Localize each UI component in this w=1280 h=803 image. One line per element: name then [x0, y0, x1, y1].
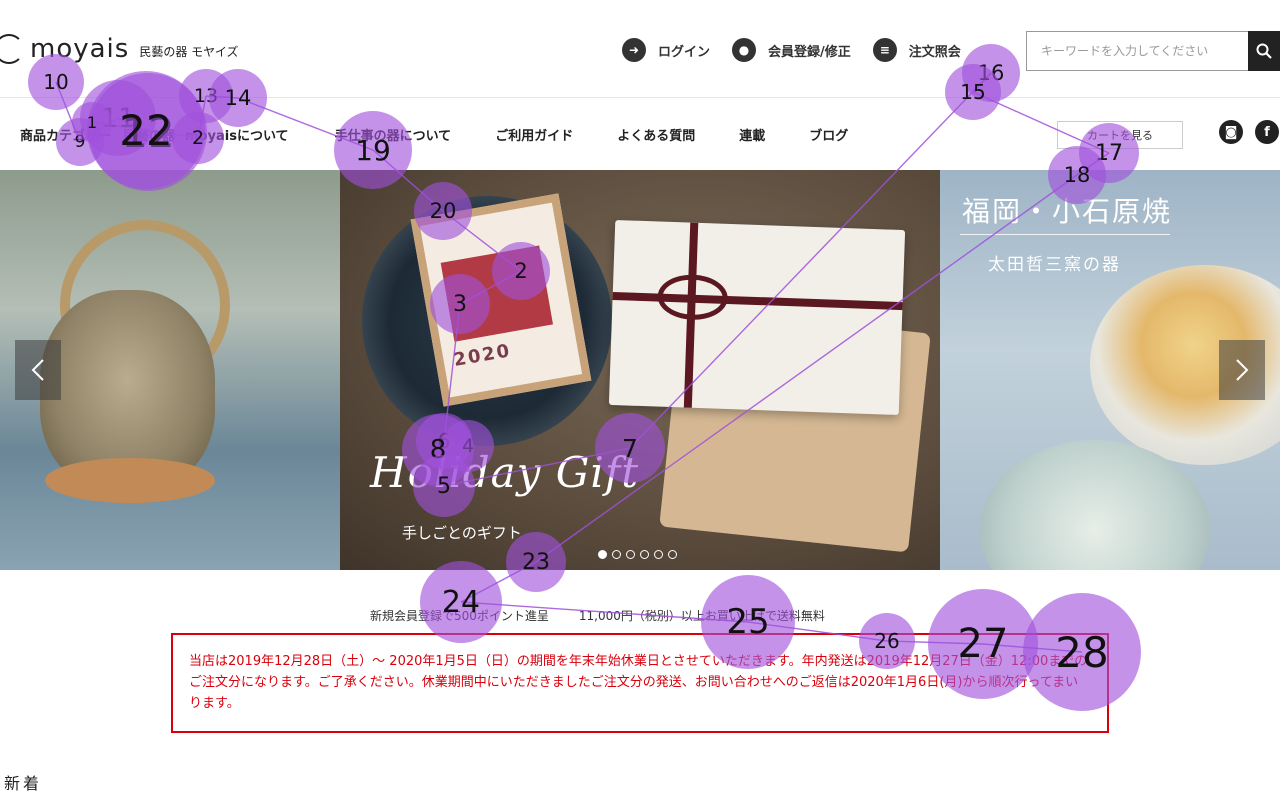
user-icon: ● [732, 38, 757, 62]
logo-text: moyais [30, 34, 130, 64]
login-label: ログイン [658, 44, 711, 60]
site-logo[interactable]: moyais 民藝の器 モヤイズ [0, 34, 239, 64]
hero-slider: 2020 Holiday Gift 手しごとのギフト 福岡・小石原焼 太田哲三窯… [0, 170, 1280, 570]
holiday-notice: 当店は2019年12月28日（土）〜 2020年1月5日（日）の期間を年末年始休… [171, 633, 1109, 733]
order-inquiry-link[interactable]: ≡ 注文照会 [872, 38, 961, 62]
nav-item-faq[interactable]: よくある質問 [617, 125, 695, 144]
promo-shipping[interactable]: 11,000円（税別）以上お買い上げで送料無料 [579, 607, 825, 624]
nav-item-guide[interactable]: ご利用ガイド [495, 125, 573, 144]
chevron-left-icon [31, 359, 44, 381]
order-inquiry-label: 注文照会 [908, 44, 961, 60]
slider-dots [598, 550, 677, 559]
slide-subtitle: 手しごとのギフト [402, 524, 522, 542]
wooden-coaster [45, 458, 215, 503]
slide-holiday-gift[interactable]: 2020 Holiday Gift 手しごとのギフト [340, 170, 940, 570]
slide-right-title: 福岡・小石原焼 [962, 195, 1173, 228]
nav-item-serial[interactable]: 連載 [739, 125, 765, 144]
facebook-icon[interactable]: f [1255, 120, 1279, 144]
instagram-icon[interactable]: ◙ [1219, 120, 1243, 144]
card-year: 2020 [451, 340, 513, 371]
register-label: 会員登録/修正 [768, 44, 851, 60]
slide-title: Holiday Gift [370, 448, 640, 497]
search-button[interactable] [1248, 31, 1280, 71]
logo-mark-icon [0, 34, 24, 64]
nav-item-mingei[interactable]: 民藝の器 [123, 125, 175, 144]
ribbon-horizontal [612, 291, 903, 311]
nav-item-craft[interactable]: 手仕事の器について [335, 125, 452, 144]
slider-dot[interactable] [612, 550, 621, 559]
slider-dot[interactable] [668, 550, 677, 559]
ribbon-bow [656, 273, 729, 321]
slider-next-button[interactable] [1219, 340, 1265, 400]
slider-prev-button[interactable] [15, 340, 61, 400]
logo-subtitle: 民藝の器 モヤイズ [139, 44, 239, 59]
section-heading-new: 新着 [4, 774, 43, 793]
site-header: moyais 民藝の器 モヤイズ ➜ ログイン ● 会員登録/修正 ≡ 注文照会 [0, 0, 1280, 98]
chevron-right-icon [1236, 359, 1249, 381]
login-link[interactable]: ➜ ログイン [622, 38, 710, 62]
register-link[interactable]: ● 会員登録/修正 [732, 38, 851, 62]
card-red-panel [440, 245, 554, 342]
nav-items: 商品カテゴリー 民藝の器 moyaisについて 手仕事の器について ご利用ガイド… [20, 99, 848, 169]
nav-item-about[interactable]: moyaisについて [185, 125, 289, 144]
slider-dot[interactable] [598, 550, 607, 559]
promo-points[interactable]: 新規会員登録で500ポイント進呈 [370, 607, 549, 624]
search-form [1026, 31, 1280, 71]
list-icon: ≡ [872, 38, 897, 62]
main-nav: 商品カテゴリー 民藝の器 moyaisについて 手仕事の器について ご利用ガイド… [0, 99, 1280, 169]
title-divider [960, 234, 1170, 235]
login-icon: ➜ [622, 38, 646, 62]
search-input[interactable] [1026, 31, 1248, 71]
view-cart-button[interactable]: カートを見る [1057, 121, 1183, 149]
gaze-fixation-marker: 24 [420, 561, 502, 643]
nav-item-blog[interactable]: ブログ [809, 125, 848, 144]
gift-box-image [608, 219, 906, 416]
search-icon [1256, 43, 1272, 59]
slider-dot[interactable] [640, 550, 649, 559]
slider-dot[interactable] [626, 550, 635, 559]
nav-item-category[interactable]: 商品カテゴリー [20, 125, 111, 144]
account-links: ➜ ログイン ● 会員登録/修正 ≡ 注文照会 [622, 38, 961, 62]
promo-bar: 新規会員登録で500ポイント進呈 11,000円（税別）以上お買い上げで送料無料 [370, 607, 825, 624]
slide-right-subtitle: 太田哲三窯の器 [988, 255, 1121, 275]
slider-dot[interactable] [654, 550, 663, 559]
